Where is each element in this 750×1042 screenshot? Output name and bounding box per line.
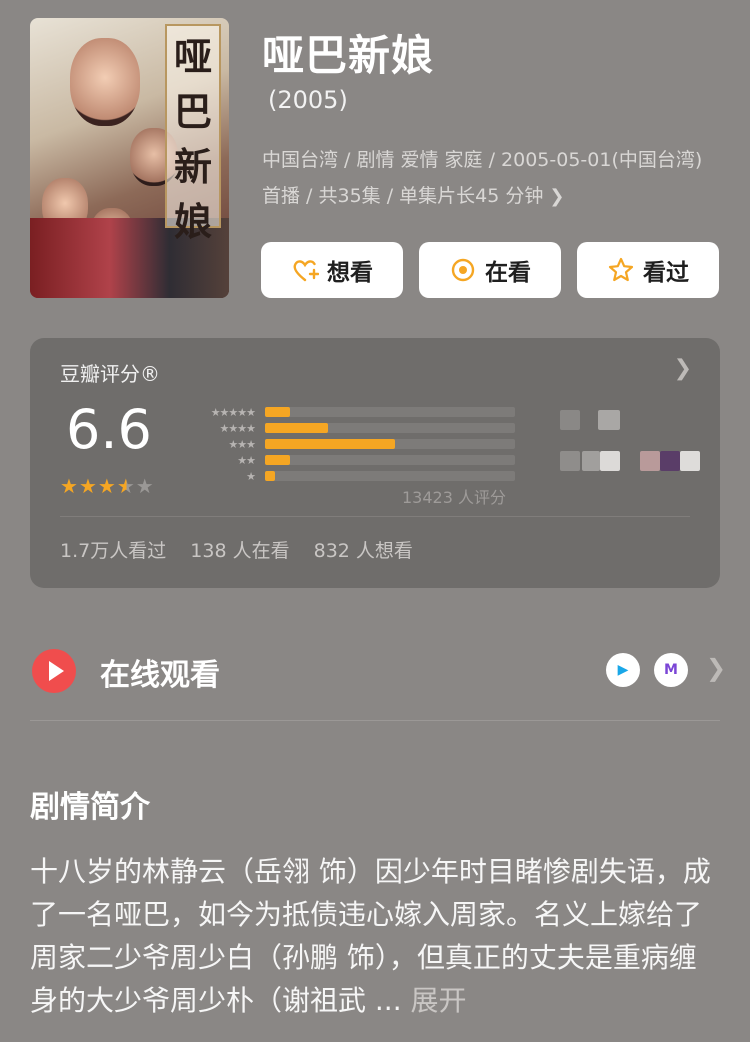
chevron-right-icon: ❯ bbox=[549, 186, 565, 207]
synopsis-title: 剧情简介 bbox=[30, 790, 150, 825]
distribution-fill bbox=[265, 471, 275, 481]
distribution-track bbox=[265, 455, 515, 465]
distribution-stars: ★★ bbox=[237, 453, 256, 467]
heart-plus-icon bbox=[293, 260, 319, 282]
poster-image[interactable]: 哑 巴 新 娘 bbox=[30, 18, 229, 298]
online-watch-label: 在线观看 bbox=[100, 658, 220, 693]
star-full-icon: ★ bbox=[60, 474, 79, 498]
synopsis-text: 十八岁的林静云（岳翎 饰）因少年时目睹惨剧失语，成了一名哑巴，如今为抵债违心嫁入… bbox=[30, 850, 720, 1022]
distribution-row: ★★★★★ bbox=[185, 404, 515, 420]
blurred-badge bbox=[560, 410, 580, 430]
rating-card[interactable]: 豆瓣评分® ❯ 6.6 ★★★★★ ★★★★★ ★★★★ ★★★ ★★ ★ 13… bbox=[30, 338, 720, 588]
distribution-row: ★ bbox=[185, 468, 515, 484]
distribution-track bbox=[265, 471, 515, 481]
watching-label: 在看 bbox=[485, 260, 531, 286]
watching-count: 138 人在看 bbox=[190, 540, 290, 562]
blurred-badge bbox=[582, 451, 600, 471]
watched-label: 看过 bbox=[643, 260, 689, 286]
blurred-badge bbox=[560, 451, 580, 471]
distribution-fill bbox=[265, 439, 395, 449]
blurred-badge bbox=[640, 451, 660, 471]
distribution-stars: ★★★★ bbox=[219, 421, 256, 435]
blurred-badge bbox=[600, 451, 620, 471]
synopsis-body: 十八岁的林静云（岳翎 饰）因少年时目睹惨剧失语，成了一名哑巴，如今为抵债违心嫁入… bbox=[30, 855, 711, 1017]
want-button[interactable]: 想看 bbox=[261, 242, 403, 298]
divider bbox=[60, 516, 690, 517]
movie-year: (2005) bbox=[268, 86, 348, 114]
distribution-track bbox=[265, 407, 515, 417]
rating-stars: ★★★★★ bbox=[60, 474, 155, 498]
star-icon bbox=[608, 257, 634, 282]
poster-title: 哑 巴 新 娘 bbox=[165, 24, 221, 244]
video-platform-icon[interactable]: ▶ bbox=[606, 653, 640, 687]
distribution-fill bbox=[265, 407, 290, 417]
blurred-badge bbox=[680, 451, 700, 471]
distribution-stars: ★★★★★ bbox=[210, 405, 256, 419]
star-full-icon: ★ bbox=[97, 474, 117, 498]
meta-text: 中国台湾 / 剧情 爱情 家庭 / 2005-05-01(中国台湾) 首播 / … bbox=[262, 149, 703, 207]
star-half-icon: ★ bbox=[116, 474, 136, 498]
distribution-fill bbox=[265, 423, 328, 433]
distribution-stars: ★ bbox=[246, 469, 256, 483]
watching-icon bbox=[451, 258, 475, 282]
rating-stats: 1.7万人看过 138 人在看 832 人想看 bbox=[60, 536, 431, 563]
watched-count: 1.7万人看过 bbox=[60, 540, 167, 562]
star-full-icon: ★ bbox=[78, 474, 98, 498]
chevron-right-icon: ❯ bbox=[706, 654, 727, 682]
poster-title-char: 巴 bbox=[173, 89, 212, 134]
blurred-badge bbox=[598, 410, 620, 430]
distribution-row: ★★★★ bbox=[185, 420, 515, 436]
blurred-badge bbox=[660, 451, 680, 471]
want-count: 832 人想看 bbox=[313, 540, 413, 562]
want-label: 想看 bbox=[327, 260, 373, 286]
rating-count: 13423 人评分 bbox=[402, 488, 506, 507]
distribution-row: ★★★ bbox=[185, 436, 515, 452]
movie-meta[interactable]: 中国台湾 / 剧情 爱情 家庭 / 2005-05-01(中国台湾) 首播 / … bbox=[262, 142, 727, 215]
rating-source-label: 豆瓣评分® bbox=[60, 362, 160, 386]
distribution-fill bbox=[265, 455, 290, 465]
watching-button[interactable]: 在看 bbox=[419, 242, 561, 298]
video-platform-icon[interactable]: M bbox=[654, 653, 688, 687]
distribution-stars: ★★★ bbox=[228, 437, 256, 451]
poster-title-char: 哑 bbox=[173, 34, 212, 79]
star-empty-icon: ★ bbox=[135, 474, 155, 498]
expand-button[interactable]: 展开 bbox=[411, 984, 467, 1017]
poster-figure bbox=[70, 38, 140, 126]
chevron-right-icon[interactable]: ❯ bbox=[674, 356, 692, 381]
poster-title-char: 新 bbox=[173, 144, 212, 189]
watched-button[interactable]: 看过 bbox=[577, 242, 719, 298]
online-watch-row[interactable]: 在线观看 ▶ M ❯ bbox=[30, 640, 726, 721]
divider bbox=[30, 720, 720, 721]
distribution-row: ★★ bbox=[185, 452, 515, 468]
movie-title: 哑巴新娘 bbox=[262, 31, 435, 80]
rating-distribution: ★★★★★ ★★★★ ★★★ ★★ ★ bbox=[185, 404, 515, 484]
distribution-track bbox=[265, 423, 515, 433]
play-icon bbox=[32, 649, 76, 693]
distribution-track bbox=[265, 439, 515, 449]
poster-title-char: 娘 bbox=[173, 199, 212, 244]
rating-score: 6.6 bbox=[66, 398, 152, 461]
